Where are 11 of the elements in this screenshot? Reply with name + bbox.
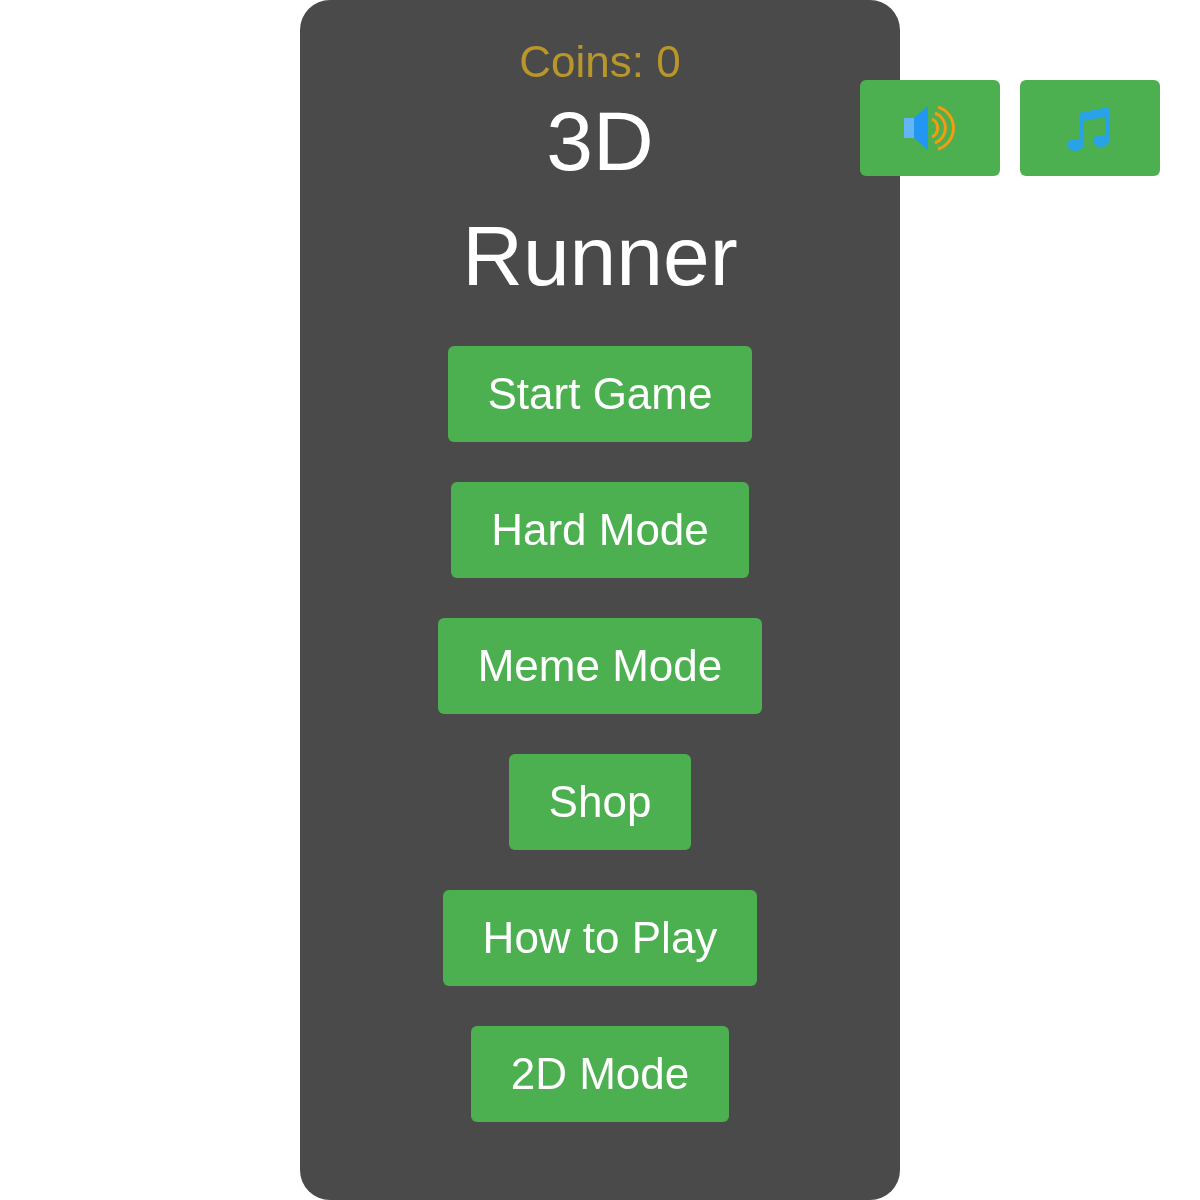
menu-button[interactable]: 2D Mode [470, 1026, 730, 1122]
menu-button[interactable]: Shop [508, 754, 692, 850]
menu-button[interactable]: How to Play [442, 890, 758, 986]
menu-button[interactable]: Start Game [447, 346, 753, 442]
sound-toggle-button[interactable] [860, 80, 1000, 176]
speaker-icon [902, 103, 958, 153]
game-title: 3D Runner [461, 93, 739, 305]
menu-button[interactable]: Meme Mode [437, 618, 763, 714]
coins-counter: Coins: 0 [519, 40, 681, 84]
menu-button[interactable]: Hard Mode [451, 482, 749, 578]
music-toggle-button[interactable] [1020, 80, 1160, 176]
